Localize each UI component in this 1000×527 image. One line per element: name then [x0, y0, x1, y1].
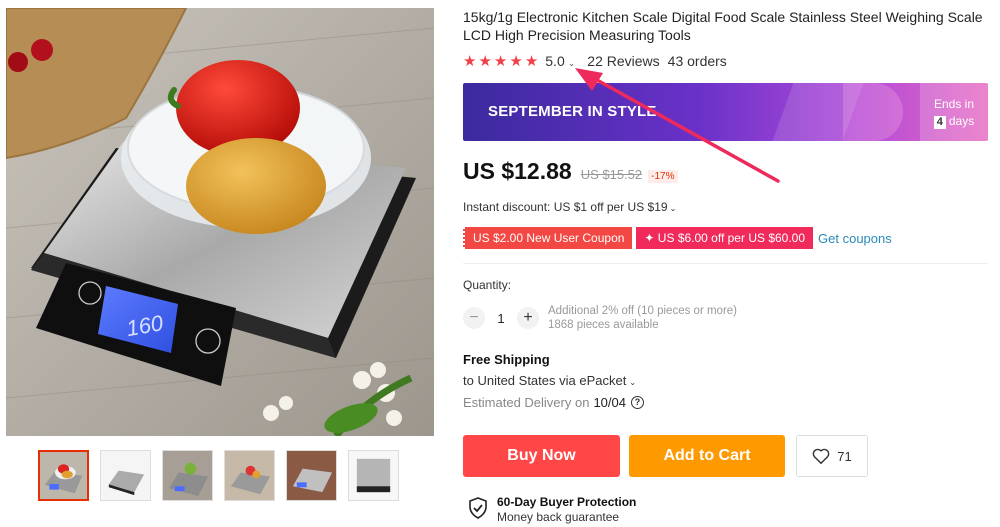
chevron-down-icon: ⌄ [629, 378, 637, 387]
get-coupons-link[interactable]: Get coupons [818, 231, 892, 246]
protection-title: 60-Day Buyer Protection [497, 495, 637, 509]
bulk-discount-note: Additional 2% off (10 pieces or more) [548, 305, 737, 317]
star-icon: ★ [463, 52, 477, 70]
thumbnail-1[interactable] [38, 450, 89, 501]
banner-days-label: days [948, 114, 975, 128]
quantity-stepper: − 1 + Additional 2% off (10 pieces or mo… [463, 304, 737, 332]
quantity-label: Quantity: [463, 278, 512, 292]
shield-check-icon [469, 497, 487, 519]
quantity-increase-button[interactable]: + [517, 307, 539, 329]
rating-row: ★ ★ ★ ★ ★ 5.0 ⌄ 22 Reviews 43 orders [463, 53, 727, 69]
delivery-date: 10/04 [593, 395, 626, 410]
original-price: US $15.52 [580, 167, 643, 182]
quantity-decrease-button[interactable]: − [463, 307, 485, 329]
instant-discount-text: Instant discount: US $1 off per US $19 [463, 200, 668, 214]
current-price: US $12.88 [463, 158, 572, 184]
new-user-coupon[interactable]: US $2.00 New User Coupon [463, 227, 633, 249]
thumbnail-6[interactable] [348, 450, 399, 501]
buy-now-button[interactable]: Buy Now [463, 435, 620, 477]
price-row: US $12.88 US $15.52 -17% [463, 158, 678, 185]
wishlist-count: 71 [837, 448, 852, 464]
banner-countdown: Ends in 4 days [920, 83, 988, 141]
chevron-down-icon: ⌄ [669, 204, 677, 213]
shipping-title: Free Shipping [463, 352, 550, 367]
thumbnail-strip [38, 450, 399, 501]
heart-icon [812, 448, 830, 464]
thumbnail-3[interactable] [162, 450, 213, 501]
star-icon: ★ [478, 52, 492, 70]
banner-ends-label: Ends in [933, 97, 975, 111]
promo-banner[interactable]: SEPTEMBER IN STYLE Ends in 4 days [463, 83, 988, 141]
stock-available-note: 1868 pieces available [548, 319, 659, 331]
rating-stars: ★ ★ ★ ★ ★ [463, 54, 538, 69]
protection-subtitle: Money back guarantee [497, 510, 620, 524]
discount-badge: -17% [648, 170, 678, 183]
buyer-protection: 60-Day Buyer Protection Money back guara… [469, 495, 636, 525]
rating-value-dropdown[interactable]: 5.0 ⌄ [545, 53, 575, 69]
star-icon: ★ [524, 52, 539, 70]
banner-decoration [843, 83, 903, 141]
product-info: 15kg/1g Electronic Kitchen Scale Digital… [463, 8, 988, 524]
main-product-image: 160 [6, 8, 434, 436]
shipping-destination: to United States via ePacket [463, 373, 627, 388]
instant-discount-dropdown[interactable]: Instant discount: US $1 off per US $19 ⌄ [463, 200, 676, 214]
shipping-method-dropdown[interactable]: to United States via ePacket ⌄ [463, 373, 636, 388]
wishlist-button[interactable]: 71 [796, 435, 868, 477]
thumbnail-5[interactable] [286, 450, 337, 501]
divider [463, 263, 988, 264]
product-title: 15kg/1g Electronic Kitchen Scale Digital… [463, 9, 983, 43]
star-icon: ★ [493, 52, 508, 70]
star-icon: ★ [509, 52, 523, 70]
help-icon[interactable]: ? [631, 396, 644, 409]
banner-days-count: 4 [933, 116, 946, 129]
quantity-input[interactable]: 1 [485, 311, 517, 326]
delivery-label: Estimated Delivery on [463, 395, 590, 410]
banner-title: SEPTEMBER IN STYLE [488, 103, 657, 120]
store-coupon[interactable]: ✦ US $6.00 off per US $60.00 [636, 227, 814, 249]
chevron-down-icon: ⌄ [567, 58, 576, 68]
reviews-link[interactable]: 22 Reviews [587, 53, 659, 69]
estimated-delivery: Estimated Delivery on 10/04 ? [463, 395, 644, 410]
orders-count: 43 orders [667, 53, 727, 69]
thumbnail-2[interactable] [100, 450, 151, 501]
add-to-cart-button[interactable]: Add to Cart [629, 435, 785, 477]
coupon-row: US $2.00 New User Coupon ✦ US $6.00 off … [463, 227, 892, 249]
quantity-note: Additional 2% off (10 pieces or more) 18… [548, 304, 737, 332]
thumbnail-4[interactable] [224, 450, 275, 501]
rating-value: 5.0 [545, 53, 565, 69]
